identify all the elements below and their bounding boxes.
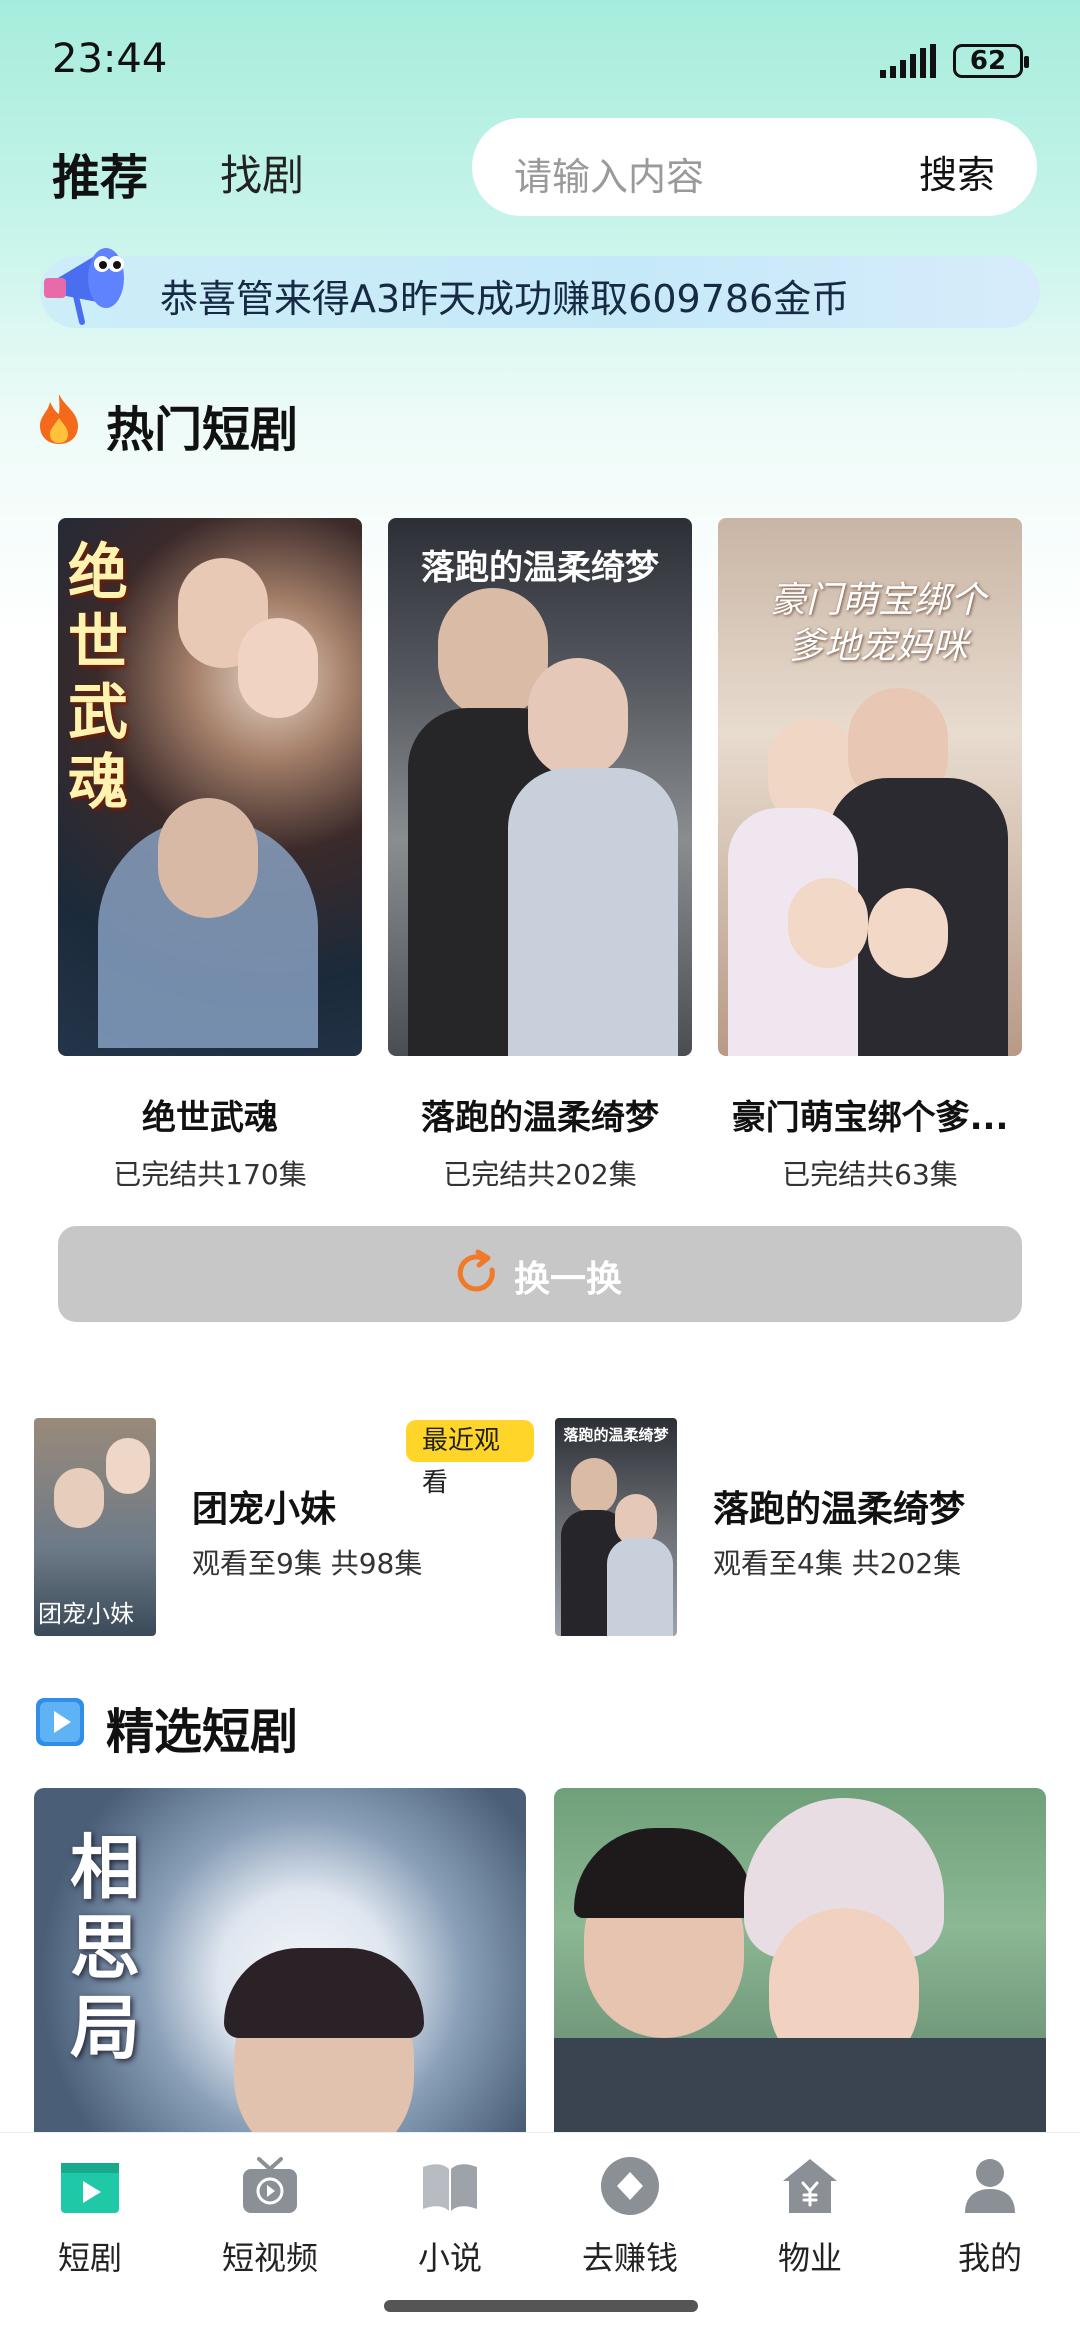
drama-episodes: 已完结共63集 [782,1158,958,1191]
drama-episodes: 已完结共170集 [113,1158,307,1191]
battery-icon: 62 [953,44,1029,78]
recent-progress: 观看至4集 共202集 [713,1547,962,1580]
recent-progress: 观看至9集 共98集 [192,1547,423,1580]
nav-item-property[interactable]: 物业 [720,2155,900,2279]
recent-thumbnail[interactable]: 团宠小妹 [34,1418,156,1636]
recent-item[interactable]: 团宠小妹 最近观看 团宠小妹 观看至9集 共98集 [34,1418,534,1638]
search-bar[interactable]: 请输入内容 搜索 [472,118,1037,216]
drama-episodes: 已完结共202集 [443,1158,637,1191]
thumb-title: 落跑的温柔绮梦 [563,1426,669,1444]
poster-title: 豪门萌宝绑个爹地宠妈咪 [769,580,986,667]
battery-level: 62 [969,46,1007,76]
megaphone-icon [44,248,124,325]
nav-label: 短剧 [57,2239,122,2277]
poster-image[interactable]: 豪门萌宝绑个爹地宠妈咪 [718,518,1022,1056]
poster-image[interactable]: 绝世武魂 [58,518,362,1056]
house-yen-icon [783,2159,837,2213]
play-square-icon [36,1698,84,1746]
nav-item-mine[interactable]: 我的 [900,2155,1080,2279]
nav-label: 物业 [777,2239,842,2277]
nav-item-novel[interactable]: 小说 [360,2155,540,2279]
nav-label: 去赚钱 [581,2239,678,2277]
recent-item[interactable]: 落跑的温柔绮梦 落跑的温柔绮梦 观看至4集 共202集 [555,1418,1055,1638]
hot-drama-card[interactable]: 绝世武魂 绝世武魂 已完结共170集 [58,518,362,1193]
refresh-icon [457,1249,495,1292]
home-indicator[interactable] [384,2300,698,2312]
clapperboard-icon [61,2163,119,2213]
search-button[interactable]: 搜索 [919,144,995,199]
poster-image[interactable]: 相思局 [34,1788,526,2133]
nav-label: 短视频 [221,2239,318,2277]
tab-find-drama[interactable]: 找剧 [220,142,304,203]
poster-title: 绝世武魂 [68,538,128,818]
featured-section-title: 精选短剧 [106,1704,299,1760]
search-input[interactable]: 请输入内容 [514,146,704,201]
diamond-coin-icon [601,2157,659,2215]
poster-image[interactable] [554,1788,1046,2133]
nav-item-drama[interactable]: 短剧 [0,2155,180,2279]
thumb-title: 团宠小妹 [38,1600,134,1628]
poster-title: 相思局 [70,1827,140,2069]
recent-title: 团宠小妹 [192,1489,337,1530]
status-time: 23:44 [52,36,168,82]
poster-image[interactable]: 落跑的温柔绮梦 [388,518,692,1056]
recent-title: 落跑的温柔绮梦 [713,1489,966,1530]
nav-label: 小说 [417,2239,482,2277]
notice-text: 恭喜管来得A3昨天成功赚取609786金币 [160,277,850,321]
status-bar: 23:44 62 [0,0,1080,110]
signal-icon [880,44,936,78]
hot-drama-card[interactable]: 落跑的温柔绮梦 落跑的温柔绮梦 已完结共202集 [388,518,692,1193]
person-icon [965,2159,1015,2213]
fire-icon [40,394,78,444]
featured-card[interactable] [554,1788,1046,2133]
recent-badge: 最近观看 [406,1420,534,1498]
tab-recommend[interactable]: 推荐 [52,138,148,208]
featured-card[interactable]: 相思局 [34,1788,526,2133]
hot-drama-card[interactable]: 豪门萌宝绑个爹地宠妈咪 豪门萌宝绑个爹... 已完结共63集 [718,518,1022,1193]
tv-play-icon [243,2157,297,2213]
nav-item-short-video[interactable]: 短视频 [180,2155,360,2279]
drama-name: 落跑的温柔绮梦 [421,1098,659,1138]
refresh-label: 换一换 [514,1259,623,1300]
notice-banner[interactable]: 恭喜管来得A3昨天成功赚取609786金币 [40,248,1040,328]
drama-name: 豪门萌宝绑个爹... [731,1098,1009,1138]
recent-thumbnail[interactable]: 落跑的温柔绮梦 [555,1418,677,1636]
book-icon [423,2164,477,2211]
drama-name: 绝世武魂 [142,1098,278,1138]
poster-title: 落跑的温柔绮梦 [421,548,659,588]
nav-item-earn[interactable]: 去赚钱 [540,2155,720,2279]
refresh-button[interactable]: 换一换 [58,1226,1022,1322]
nav-label: 我的 [957,2239,1022,2277]
hot-section-title: 热门短剧 [106,402,299,458]
